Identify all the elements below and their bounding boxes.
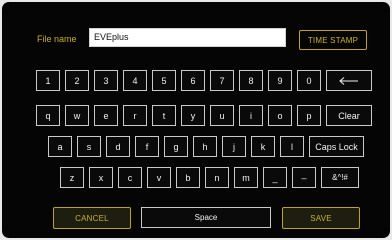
key-e[interactable]: e [94, 105, 118, 126]
key-g[interactable]: g [164, 136, 188, 157]
key-z[interactable]: z [60, 167, 84, 188]
save-button[interactable]: SAVE [282, 207, 360, 229]
key-x[interactable]: x [89, 167, 113, 188]
symbols-key[interactable]: &^!# [321, 167, 359, 188]
key-a[interactable]: a [48, 136, 72, 157]
key-h[interactable]: h [193, 136, 217, 157]
key-m[interactable]: m [234, 167, 258, 188]
key-r[interactable]: r [123, 105, 147, 126]
key-q[interactable]: q [36, 105, 60, 126]
cancel-button[interactable]: CANCEL [53, 207, 131, 229]
key-4[interactable]: 4 [123, 70, 147, 91]
key-w[interactable]: w [65, 105, 89, 126]
key-i[interactable]: i [239, 105, 263, 126]
key-d[interactable]: d [106, 136, 130, 157]
key-9[interactable]: 9 [268, 70, 292, 91]
backspace-arrow-icon [339, 76, 358, 85]
space-key[interactable]: Space [141, 207, 271, 228]
time-stamp-button[interactable]: TIME STAMP [299, 30, 367, 50]
caps-lock-key[interactable]: Caps Lock [309, 136, 364, 157]
backspace-key[interactable] [326, 70, 372, 91]
key-underscore[interactable]: _ [263, 167, 287, 188]
key-dash[interactable]: – [292, 167, 316, 188]
key-1[interactable]: 1 [36, 70, 60, 91]
key-f[interactable]: f [135, 136, 159, 157]
key-j[interactable]: j [222, 136, 246, 157]
key-o[interactable]: o [268, 105, 292, 126]
clear-key[interactable]: Clear [326, 105, 372, 126]
key-6[interactable]: 6 [181, 70, 205, 91]
key-k[interactable]: k [251, 136, 275, 157]
key-s[interactable]: s [77, 136, 101, 157]
key-u[interactable]: u [210, 105, 234, 126]
key-t[interactable]: t [152, 105, 176, 126]
file-name-input[interactable]: EVEplus [89, 28, 286, 47]
key-2[interactable]: 2 [65, 70, 89, 91]
key-v[interactable]: v [147, 167, 171, 188]
key-8[interactable]: 8 [239, 70, 263, 91]
key-p[interactable]: p [297, 105, 321, 126]
key-0[interactable]: 0 [297, 70, 321, 91]
key-3[interactable]: 3 [94, 70, 118, 91]
key-5[interactable]: 5 [152, 70, 176, 91]
key-7[interactable]: 7 [210, 70, 234, 91]
key-b[interactable]: b [176, 167, 200, 188]
filename-keyboard-dialog: File name EVEplus TIME STAMP 1 2 3 4 5 6… [2, 2, 390, 238]
key-n[interactable]: n [205, 167, 229, 188]
key-c[interactable]: c [118, 167, 142, 188]
key-l[interactable]: l [280, 136, 304, 157]
key-y[interactable]: y [181, 105, 205, 126]
file-name-label: File name [37, 34, 77, 44]
